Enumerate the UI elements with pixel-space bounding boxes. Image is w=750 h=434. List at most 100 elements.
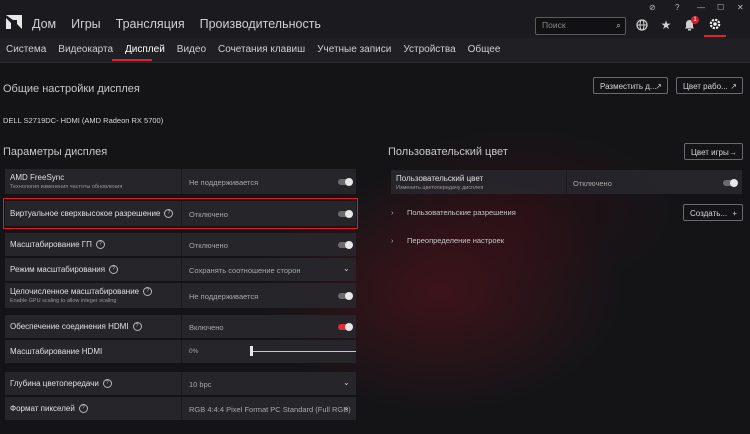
vsr-highlight-box xyxy=(3,198,358,229)
tab-video[interactable]: Видео xyxy=(177,44,206,55)
bug-report-icon[interactable]: ⊘ xyxy=(649,3,656,12)
external-link-icon: ↗ xyxy=(655,82,662,91)
tab-display[interactable]: Дисплей xyxy=(125,44,165,55)
color-depth-label: Глубина цветопередачи xyxy=(10,379,99,388)
info-icon[interactable]: ? xyxy=(95,240,105,250)
row-pixel-format: Формат пикселей? RGB 4:4:4 Pixel Format … xyxy=(5,397,356,420)
hdmi-scaling-slider-thumb[interactable] xyxy=(250,346,253,356)
help-icon[interactable]: ? xyxy=(675,3,679,12)
info-icon[interactable]: ? xyxy=(78,404,88,414)
row-scaling-mode: Режим масштабирования? Сохранять соотнош… xyxy=(5,258,356,281)
game-color-label: Цвет игры xyxy=(691,148,729,157)
notification-badge: 1 xyxy=(691,16,699,24)
settings-button[interactable] xyxy=(704,14,726,37)
arrow-right-icon: → xyxy=(729,148,737,157)
arrange-displays-button[interactable]: Разместить д... ↗ xyxy=(593,77,668,94)
search-input[interactable]: Поиск ⌕ xyxy=(535,17,626,35)
top-bar: Дом Игры Трансляция Производительность ⊘… xyxy=(0,0,750,38)
pixel-format-label: Формат пикселей xyxy=(10,404,75,413)
override-settings-item[interactable]: › Переопределение настроек xyxy=(391,236,504,245)
plus-icon: + xyxy=(732,209,737,218)
freesync-label: AMD FreeSync xyxy=(10,173,65,182)
freesync-toggle[interactable] xyxy=(338,178,353,186)
main-nav: Дом Игры Трансляция Производительность xyxy=(32,17,321,31)
chevron-down-icon[interactable]: ⌄ xyxy=(343,264,350,273)
custom-color-value: Отключено xyxy=(573,179,612,188)
create-label: Создать... xyxy=(690,209,728,218)
pixel-format-select[interactable]: RGB 4:4:4 Pixel Format PC Standard (Full… xyxy=(189,405,351,414)
info-icon[interactable]: ? xyxy=(109,265,119,275)
nav-games[interactable]: Игры xyxy=(71,17,100,31)
integer-scaling-label: Целочисленное масштабирование xyxy=(10,287,140,296)
nav-home[interactable]: Дом xyxy=(32,17,56,31)
minimize-button[interactable]: — xyxy=(697,3,705,12)
desktop-color-label: Цвет рабо... xyxy=(683,82,728,91)
row-hdmi-link: Обеспечение соединения HDMI? Включено xyxy=(5,315,356,338)
search-placeholder: Поиск xyxy=(542,20,566,30)
tab-graphics-card[interactable]: Видеокарта xyxy=(58,44,113,55)
nav-performance[interactable]: Производительность xyxy=(200,17,321,31)
custom-resolutions-label: Пользовательские разрешения xyxy=(407,208,516,217)
game-color-button[interactable]: Цвет игры → xyxy=(684,143,743,160)
freesync-sub: Технология изменения частоты обновления xyxy=(10,184,123,190)
settings-tabs: Система Видеокарта Дисплей Видео Сочетан… xyxy=(0,38,750,63)
integer-scaling-value: Не поддерживается xyxy=(189,292,259,301)
gpu-scaling-value: Отключено xyxy=(189,241,228,250)
hdmi-link-value: Включено xyxy=(189,323,224,332)
chevron-right-icon: › xyxy=(391,208,394,217)
amd-logo-icon[interactable] xyxy=(5,14,23,30)
freesync-value: Не поддерживается xyxy=(189,178,259,187)
info-icon[interactable]: ? xyxy=(143,287,153,297)
chevron-down-icon[interactable]: ⌄ xyxy=(343,403,350,412)
monitor-name: DELL S2719DC- HDMI (AMD Radeon RX 5700) xyxy=(3,116,164,125)
tab-hotkeys[interactable]: Сочетания клавиш xyxy=(218,44,305,55)
scaling-mode-label: Режим масштабирования xyxy=(10,265,106,274)
info-icon[interactable]: ? xyxy=(102,379,112,389)
gear-icon xyxy=(709,18,721,30)
row-freesync: AMD FreeSync Технология изменения частот… xyxy=(5,169,356,194)
gpu-scaling-toggle[interactable] xyxy=(338,241,353,249)
row-custom-color: Пользовательский цвет Изменить цветопере… xyxy=(391,170,742,194)
info-icon[interactable]: ? xyxy=(132,322,142,332)
tab-accounts[interactable]: Учетные записи xyxy=(317,44,391,55)
active-tab-indicator xyxy=(112,59,152,61)
star-icon[interactable]: ★ xyxy=(658,17,674,33)
custom-color-label: Пользовательский цвет xyxy=(396,174,484,183)
create-resolution-button[interactable]: Создать... + xyxy=(683,204,743,221)
row-gpu-scaling: Масштабирование ГП? Отключено xyxy=(5,233,356,256)
chevron-right-icon: › xyxy=(391,236,394,245)
search-icon: ⌕ xyxy=(615,20,621,30)
custom-color-toggle[interactable] xyxy=(723,179,738,187)
custom-color-title: Пользовательский цвет xyxy=(388,146,508,158)
nav-streaming[interactable]: Трансляция xyxy=(116,17,185,31)
integer-scaling-sub: Enable GPU scaling to allow integer scal… xyxy=(10,298,117,304)
hdmi-scaling-value: 0% xyxy=(189,348,199,355)
desktop-color-button[interactable]: Цвет рабо... ↗ xyxy=(676,77,743,94)
scaling-mode-select[interactable]: Сохранять соотношение сторон xyxy=(189,266,301,275)
hdmi-link-label: Обеспечение соединения HDMI xyxy=(10,322,129,331)
external-link-icon: ↗ xyxy=(730,82,737,91)
gpu-scaling-label: Масштабирование ГП xyxy=(10,240,92,249)
integer-scaling-toggle[interactable] xyxy=(338,292,353,300)
globe-icon[interactable] xyxy=(634,17,650,33)
arrange-displays-label: Разместить д... xyxy=(600,82,657,91)
maximize-button[interactable]: ☐ xyxy=(717,3,724,12)
hdmi-scaling-slider-track[interactable] xyxy=(251,351,356,352)
row-hdmi-scaling: Масштабирование HDMI 0% xyxy=(5,340,356,363)
tab-system[interactable]: Система xyxy=(6,44,46,55)
hdmi-scaling-label: Масштабирование HDMI xyxy=(10,347,103,356)
row-integer-scaling: Целочисленное масштабирование? Enable GP… xyxy=(5,283,356,308)
settings-active-indicator xyxy=(704,35,726,37)
tab-devices[interactable]: Устройства xyxy=(403,44,455,55)
override-settings-label: Переопределение настроек xyxy=(407,236,505,245)
custom-resolutions-item[interactable]: › Пользовательские разрешения xyxy=(391,208,516,217)
hdmi-link-toggle[interactable] xyxy=(338,323,353,331)
custom-color-sub: Изменить цветопередачу дисплея xyxy=(396,185,484,191)
row-color-depth: Глубина цветопередачи? 10 bpc ⌄ xyxy=(5,372,356,395)
chevron-down-icon[interactable]: ⌄ xyxy=(343,378,350,387)
tab-general[interactable]: Общее xyxy=(468,44,501,55)
color-depth-select[interactable]: 10 bpc xyxy=(189,380,212,389)
general-settings-title: Общие настройки дисплея xyxy=(3,83,140,95)
display-params-title: Параметры дисплея xyxy=(3,146,108,158)
close-button[interactable]: ✕ xyxy=(737,3,744,12)
